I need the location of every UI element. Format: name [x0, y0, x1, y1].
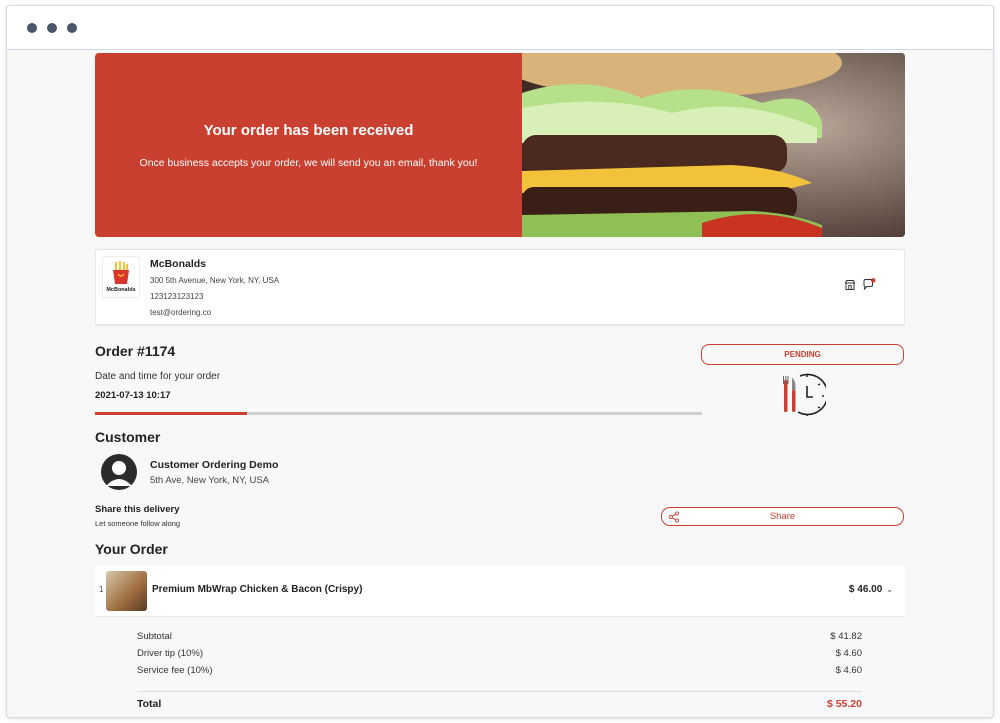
item-quantity: 1 — [99, 585, 104, 594]
business-logo-text: McBonalds — [106, 287, 136, 293]
business-phone: 123123123123 — [150, 292, 204, 301]
customer-name: Customer Ordering Demo — [150, 459, 279, 471]
summary-value: $ 41.82 — [830, 631, 862, 642]
share-subtitle: Let someone follow along — [95, 519, 181, 528]
summary-value: $ 4.60 — [835, 665, 862, 676]
window-dot-icon — [67, 22, 77, 33]
summary-row: Driver tip (10%) $ 4.60 — [137, 648, 862, 665]
burger-illustration-icon — [522, 53, 905, 237]
item-name: Premium MbWrap Chicken & Bacon (Crispy) — [152, 584, 363, 595]
summary-label: Service fee (10%) — [137, 665, 213, 676]
order-received-banner: Your order has been received Once busine… — [95, 53, 905, 237]
order-progress-fill — [95, 412, 247, 415]
customer-heading: Customer — [95, 429, 161, 445]
summary-row: Service fee (10%) $ 4.60 — [137, 665, 862, 682]
fries-logo-icon — [113, 261, 129, 284]
item-price-toggle[interactable]: $ 46.00 ⌄ — [849, 584, 893, 595]
item-price: $ 46.00 — [848, 584, 883, 595]
banner-title: Your order has been received — [203, 121, 414, 139]
share-button-label: Share — [769, 511, 796, 522]
total-label: Total — [137, 698, 162, 710]
business-info: McBonalds 300 5th Avenue, New York, NY, … — [150, 258, 279, 324]
summary-divider — [137, 691, 862, 692]
order-datetime: 2021-07-13 10:17 — [95, 390, 171, 401]
customer-avatar — [101, 454, 137, 490]
customer-address: 5th Ave, New York, NY, USA — [150, 475, 269, 486]
order-datetime-label: Date and time for your order — [95, 371, 221, 382]
summary-label: Subtotal — [137, 631, 172, 642]
share-heading: Share this delivery — [95, 504, 180, 515]
window-titlebar — [7, 6, 993, 50]
order-page: Your order has been received Once busine… — [95, 53, 905, 717]
user-avatar-icon — [106, 461, 132, 486]
status-badge: PENDING — [701, 344, 904, 365]
item-thumbnail — [106, 571, 147, 611]
store-icon[interactable] — [844, 278, 856, 290]
banner-text-panel: Your order has been received Once busine… — [95, 53, 522, 237]
total-row: Total $ 55.20 — [137, 698, 862, 710]
share-icon — [668, 511, 680, 523]
order-progress-bar — [95, 412, 702, 415]
share-button[interactable]: Share — [661, 507, 904, 526]
summary-value: $ 4.60 — [835, 648, 862, 659]
business-email: test@ordering.co — [150, 308, 212, 317]
summary-row: Subtotal $ 41.82 — [137, 631, 862, 648]
business-name: McBonalds — [150, 258, 207, 270]
chat-icon[interactable] — [862, 278, 876, 291]
business-card: McBonalds McBonalds 300 5th Avenue, New … — [95, 249, 905, 325]
business-actions — [844, 278, 876, 291]
total-value: $ 55.20 — [826, 698, 862, 710]
window-dot-icon — [47, 22, 57, 33]
preparing-clock-icon — [780, 370, 829, 418]
order-summary: Subtotal $ 41.82 Driver tip (10%) $ 4.60… — [137, 631, 862, 710]
banner-subtitle: Once business accepts your order, we wil… — [139, 156, 478, 169]
summary-label: Driver tip (10%) — [137, 648, 203, 659]
business-address: 300 5th Avenue, New York, NY, USA — [150, 276, 280, 285]
window-dot-icon — [27, 22, 37, 33]
chevron-down-icon: ⌄ — [886, 585, 893, 594]
browser-window: Your order has been received Once busine… — [6, 5, 994, 718]
order-number: Order #1174 — [95, 343, 176, 359]
order-item-row[interactable]: 1 Premium MbWrap Chicken & Bacon (Crispy… — [95, 565, 905, 617]
business-logo: McBonalds — [102, 256, 140, 298]
burger-image — [522, 53, 905, 237]
your-order-heading: Your Order — [95, 541, 168, 557]
